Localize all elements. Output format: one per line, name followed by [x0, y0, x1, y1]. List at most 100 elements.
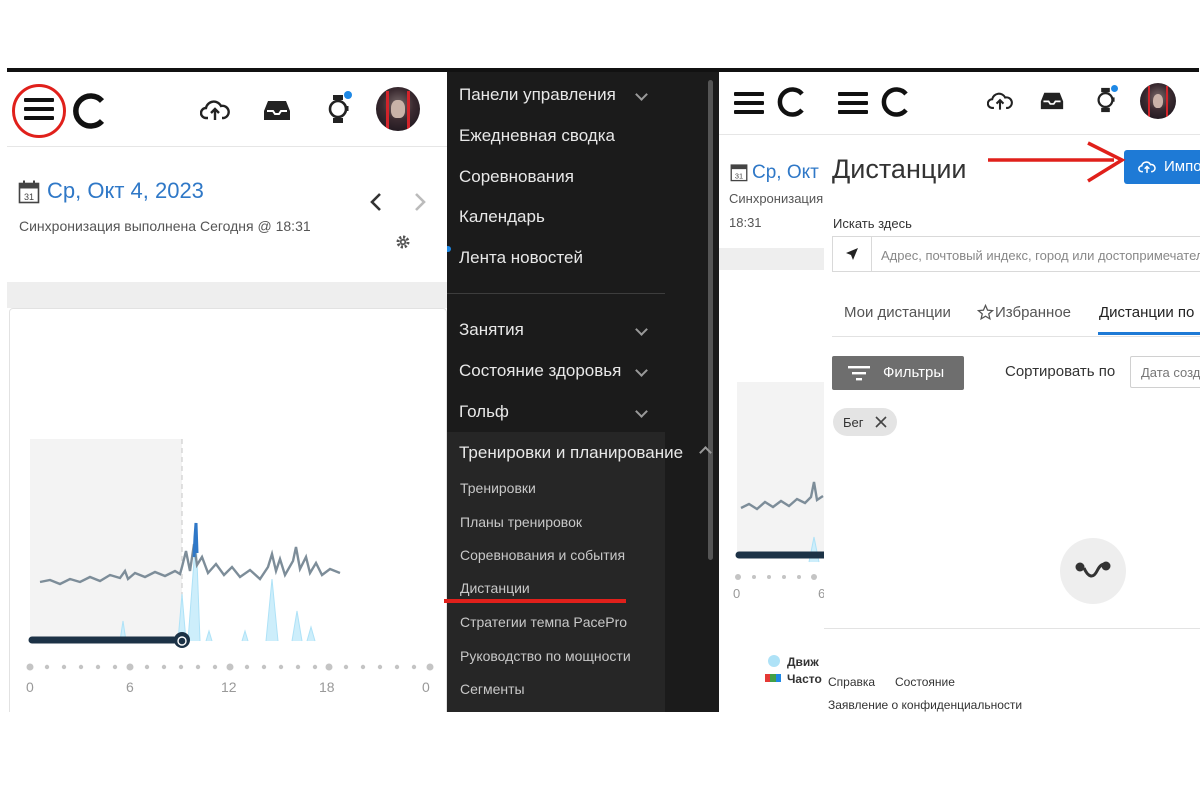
garmin-connect-logo[interactable] — [69, 92, 109, 130]
tab-my-courses[interactable]: Мои дистанции — [844, 304, 951, 321]
menu-item-golf[interactable]: Гольф — [459, 402, 509, 422]
date-title[interactable]: Ср, Окт 4 — [752, 162, 824, 184]
filter-chip-running: Бег — [833, 408, 897, 436]
submenu-item-power-guide[interactable]: Руководство по мощности — [460, 648, 631, 664]
filters-button-label: Фильтры — [883, 364, 945, 381]
x-tick-label: 0 — [422, 679, 430, 695]
menu-item-calendar[interactable]: Календарь — [459, 207, 545, 227]
hamburger-menu-icon[interactable] — [734, 90, 764, 116]
activity-chart — [28, 439, 341, 648]
garmin-connect-logo[interactable] — [774, 86, 808, 118]
top-header — [719, 72, 824, 135]
tab-favorites[interactable]: Избранное — [995, 304, 1071, 321]
submenu-item-pacepro[interactable]: Стратегии темпа PacePro — [460, 614, 627, 630]
submenu-item-segments[interactable]: Сегменты — [460, 681, 525, 697]
legend-movement-dot — [768, 655, 780, 667]
star-icon — [977, 304, 994, 321]
notification-dot — [1111, 85, 1118, 92]
annotation-underline — [444, 599, 626, 603]
sync-time: 18:31 — [729, 215, 762, 230]
inbox-icon[interactable] — [1040, 90, 1064, 111]
active-tab-indicator — [1098, 332, 1200, 335]
chevron-down-icon[interactable] — [635, 405, 648, 418]
left-indicator-dot — [447, 246, 451, 252]
route-icon — [1075, 561, 1111, 578]
menu-item-training-planning[interactable]: Тренировки и планирование — [459, 443, 683, 463]
hamburger-menu-icon[interactable] — [838, 90, 868, 116]
menu-item-newsfeed[interactable]: Лента новостей — [459, 248, 583, 268]
import-button[interactable]: Импо — [1124, 150, 1200, 184]
sync-status: Синхронизация — [729, 191, 824, 206]
footer-link-status[interactable]: Состояние — [895, 675, 955, 689]
page-title: Дистанции — [832, 154, 967, 184]
location-arrow-icon — [846, 248, 858, 260]
submenu-item-training-plans[interactable]: Планы тренировок — [460, 514, 582, 530]
filters-button[interactable]: Фильтры — [832, 356, 964, 390]
avatar[interactable] — [376, 87, 420, 131]
notification-dot — [344, 91, 352, 99]
partial-dashboard-panel: 31 Ср, Окт 4 Синхронизация 18:31 0 6 Дви… — [719, 72, 824, 712]
chevron-left-icon[interactable] — [369, 192, 383, 212]
x-tick-label: 0 — [733, 586, 741, 601]
garmin-connect-logo[interactable] — [878, 86, 912, 118]
search-box — [832, 236, 1200, 272]
legend-heartrate-swatch — [765, 674, 781, 682]
menu-item-activities[interactable]: Занятия — [459, 320, 524, 340]
tab-courses-by[interactable]: Дистанции по — [1099, 304, 1194, 321]
course-tabs: Мои дистанции Избранное Дистанции по — [832, 298, 1200, 337]
loading-spinner — [1060, 538, 1126, 604]
inbox-icon[interactable] — [263, 98, 291, 122]
upload-cloud-icon[interactable] — [200, 98, 230, 122]
x-tick-label: 6 — [126, 679, 134, 695]
sync-status: Синхронизация выполнена Сегодня @ 18:31 — [19, 218, 311, 234]
top-header — [824, 72, 1200, 135]
search-input[interactable] — [879, 243, 1200, 267]
import-button-label: Импо — [1164, 158, 1200, 175]
section-divider — [7, 282, 447, 308]
chevron-down-icon[interactable] — [635, 323, 648, 336]
menu-item-daily-summary[interactable]: Ежедневная сводка — [459, 126, 615, 146]
chevron-down-icon[interactable] — [635, 364, 648, 377]
avatar[interactable] — [1140, 83, 1176, 119]
submenu-item-workouts[interactable]: Тренировки — [460, 480, 536, 496]
chevron-down-icon[interactable] — [635, 88, 648, 101]
sort-value: Дата созд — [1141, 365, 1200, 380]
activity-chart — [735, 382, 824, 580]
submenu-background — [447, 432, 665, 712]
top-header — [7, 72, 447, 147]
annotation-arrow — [988, 141, 1126, 183]
x-tick-label: 12 — [221, 679, 237, 695]
chevron-right-icon[interactable] — [413, 192, 427, 212]
svg-text:31: 31 — [24, 192, 34, 202]
calendar-icon: 31 — [730, 164, 748, 182]
menu-item-health-stats[interactable]: Состояние здоровья — [459, 361, 621, 381]
upload-cloud-icon — [1138, 161, 1156, 173]
dashboard-panel: 31 Ср, Окт 4, 2023 Синхронизация выполне… — [7, 72, 447, 712]
x-tick-label: 0 — [26, 679, 34, 695]
menu-item-dashboards[interactable]: Панели управления — [459, 85, 616, 105]
svg-text:31: 31 — [735, 172, 743, 181]
locate-button[interactable] — [833, 237, 872, 271]
search-label: Искать здесь — [833, 216, 912, 231]
menu-scrollbar[interactable] — [708, 80, 713, 560]
submenu-item-events[interactable]: Соревнования и события — [460, 547, 625, 563]
close-icon[interactable] — [875, 416, 887, 428]
sort-select[interactable]: Дата созд — [1130, 356, 1200, 388]
submenu-item-courses[interactable]: Дистанции — [460, 580, 530, 596]
menu-item-challenges[interactable]: Соревнования — [459, 167, 574, 187]
calendar-icon: 31 — [18, 180, 40, 204]
footer-link-privacy[interactable]: Заявление о конфиденциальности — [828, 698, 1022, 712]
sort-label: Сортировать по — [1005, 363, 1116, 380]
footer-link-help[interactable]: Справка — [828, 675, 875, 689]
date-title[interactable]: Ср, Окт 4, 2023 — [47, 178, 204, 204]
legend-movement-label: Движ — [787, 655, 819, 669]
annotation-circle — [12, 84, 66, 138]
x-tick-label: 18 — [319, 679, 335, 695]
gear-icon[interactable] — [395, 234, 411, 250]
navigation-menu: Панели управления Ежедневная сводка Соре… — [447, 72, 719, 712]
upload-cloud-icon[interactable] — [987, 90, 1013, 112]
filter-icon — [848, 366, 870, 381]
menu-divider — [447, 293, 665, 294]
footer-divider — [824, 628, 1200, 629]
sleep-stress-card: 0 6 12 18 0 — [9, 308, 447, 712]
